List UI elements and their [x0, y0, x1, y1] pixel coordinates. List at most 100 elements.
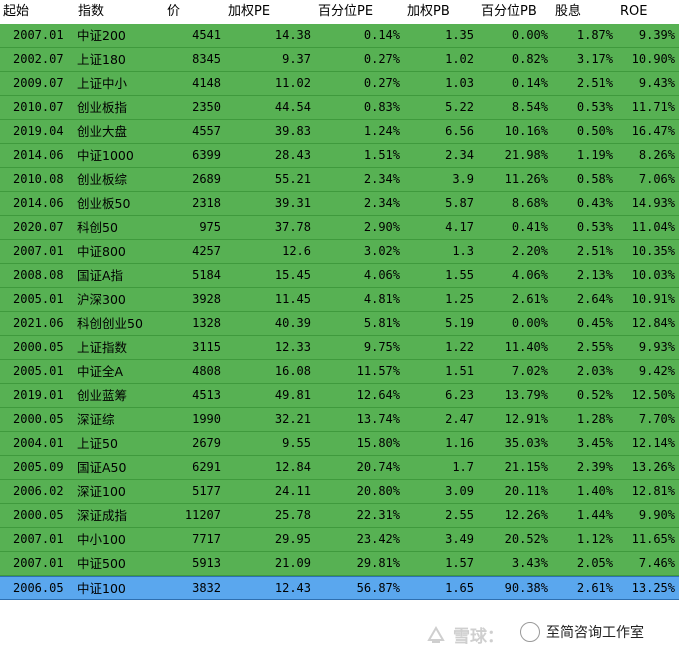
cell-col-start[interactable]: 2019.01: [0, 384, 75, 407]
cell-col-pb[interactable]: 5.19: [404, 312, 478, 335]
cell-col-pe[interactable]: 32.21: [225, 408, 315, 431]
cell-col-roe[interactable]: 12.14%: [617, 432, 679, 455]
cell-col-index[interactable]: 中证1000: [75, 144, 164, 167]
table-row[interactable]: 2019.04 创业大盘 4557 39.83 1.24% 6.56 10.16% 0.50%…: [0, 120, 679, 144]
cell-col-index[interactable]: 中证全A: [75, 360, 164, 383]
cell-col-dividend[interactable]: 0.58%: [552, 168, 617, 191]
cell-col-roe[interactable]: 12.84%: [617, 312, 679, 335]
cell-col-price[interactable]: 4257: [164, 240, 225, 263]
cell-col-start[interactable]: 2004.01: [0, 432, 75, 455]
cell-col-pe[interactable]: 12.6: [225, 240, 315, 263]
cell-col-pe[interactable]: 40.39: [225, 312, 315, 335]
cell-col-pb-pct[interactable]: 12.91%: [478, 408, 552, 431]
cell-col-start[interactable]: 2014.06: [0, 192, 75, 215]
table-row[interactable]: 2006.02 深证100 5177 24.11 20.80% 3.09 20.11% 1.4…: [0, 480, 679, 504]
cell-col-roe[interactable]: 16.47%: [617, 120, 679, 143]
cell-col-pb[interactable]: 5.22: [404, 96, 478, 119]
cell-col-pe[interactable]: 29.95: [225, 528, 315, 551]
cell-col-dividend[interactable]: 0.50%: [552, 120, 617, 143]
cell-col-price[interactable]: 5177: [164, 480, 225, 503]
cell-col-dividend[interactable]: 2.13%: [552, 264, 617, 287]
cell-col-pe[interactable]: 28.43: [225, 144, 315, 167]
cell-col-pe[interactable]: 44.54: [225, 96, 315, 119]
cell-col-start[interactable]: 2000.05: [0, 336, 75, 359]
table-row[interactable]: 2000.05 深证综 1990 32.21 13.74% 2.47 12.91% 1.28%…: [0, 408, 679, 432]
cell-col-start[interactable]: 2019.04: [0, 120, 75, 143]
cell-col-pe-pct[interactable]: 2.90%: [315, 216, 404, 239]
header-col-pb[interactable]: 加权PB: [404, 0, 478, 24]
cell-col-price[interactable]: 11207: [164, 504, 225, 527]
cell-col-pe[interactable]: 49.81: [225, 384, 315, 407]
cell-col-price[interactable]: 2350: [164, 96, 225, 119]
cell-col-roe[interactable]: 8.26%: [617, 144, 679, 167]
cell-col-index[interactable]: 上证指数: [75, 336, 164, 359]
cell-col-dividend[interactable]: 0.53%: [552, 216, 617, 239]
cell-col-start[interactable]: 2007.01: [0, 528, 75, 551]
cell-col-pe-pct[interactable]: 3.02%: [315, 240, 404, 263]
table-row[interactable]: 2010.08 创业板综 2689 55.21 2.34% 3.9 11.26% 0.58% 7…: [0, 168, 679, 192]
cell-col-index[interactable]: 中小100: [75, 528, 164, 551]
cell-col-start[interactable]: 2005.01: [0, 360, 75, 383]
table-row[interactable]: 2002.07 上证180 8345 9.37 0.27% 1.02 0.82% 3.17% 1…: [0, 48, 679, 72]
table-row[interactable]: 2008.08 国证A指 5184 15.45 4.06% 1.55 4.06% 2.13% 1…: [0, 264, 679, 288]
cell-col-pe-pct[interactable]: 0.83%: [315, 96, 404, 119]
cell-col-pe-pct[interactable]: 4.06%: [315, 264, 404, 287]
cell-col-dividend[interactable]: 1.44%: [552, 504, 617, 527]
cell-col-pe[interactable]: 39.83: [225, 120, 315, 143]
cell-col-pe-pct[interactable]: 29.81%: [315, 552, 404, 575]
header-col-pb-pct[interactable]: 百分位PB: [478, 0, 552, 24]
cell-col-index[interactable]: 中证100: [75, 577, 164, 599]
cell-col-roe[interactable]: 14.93%: [617, 192, 679, 215]
cell-col-index[interactable]: 创业板50: [75, 192, 164, 215]
header-col-index[interactable]: 指数: [75, 0, 164, 24]
cell-col-index[interactable]: 深证100: [75, 480, 164, 503]
cell-col-pb-pct[interactable]: 11.26%: [478, 168, 552, 191]
table-row[interactable]: 2014.06 中证1000 6399 28.43 1.51% 2.34 21.98% 1.1…: [0, 144, 679, 168]
cell-col-pb-pct[interactable]: 11.40%: [478, 336, 552, 359]
cell-col-price[interactable]: 4808: [164, 360, 225, 383]
cell-col-pb[interactable]: 1.35: [404, 24, 478, 47]
cell-col-roe[interactable]: 11.04%: [617, 216, 679, 239]
cell-col-pb[interactable]: 1.55: [404, 264, 478, 287]
cell-col-index[interactable]: 沪深300: [75, 288, 164, 311]
cell-col-pb[interactable]: 2.47: [404, 408, 478, 431]
cell-col-start[interactable]: 2007.01: [0, 24, 75, 47]
table-row[interactable]: 2014.06 创业板50 2318 39.31 2.34% 5.87 8.68% 0.43%…: [0, 192, 679, 216]
cell-col-roe[interactable]: 13.26%: [617, 456, 679, 479]
cell-col-roe[interactable]: 11.71%: [617, 96, 679, 119]
cell-col-pb-pct[interactable]: 90.38%: [478, 577, 552, 599]
cell-col-pb-pct[interactable]: 2.20%: [478, 240, 552, 263]
cell-col-pb[interactable]: 1.57: [404, 552, 478, 575]
cell-col-pb[interactable]: 6.23: [404, 384, 478, 407]
cell-col-pb-pct[interactable]: 21.15%: [478, 456, 552, 479]
cell-col-pe-pct[interactable]: 23.42%: [315, 528, 404, 551]
cell-col-dividend[interactable]: 2.51%: [552, 240, 617, 263]
header-col-dividend[interactable]: 股息: [552, 0, 617, 24]
cell-col-index[interactable]: 国证A指: [75, 264, 164, 287]
cell-col-pe[interactable]: 25.78: [225, 504, 315, 527]
cell-col-dividend[interactable]: 0.53%: [552, 96, 617, 119]
cell-col-start[interactable]: 2010.07: [0, 96, 75, 119]
cell-col-price[interactable]: 975: [164, 216, 225, 239]
cell-col-pb[interactable]: 6.56: [404, 120, 478, 143]
cell-col-price[interactable]: 3115: [164, 336, 225, 359]
cell-col-dividend[interactable]: 0.52%: [552, 384, 617, 407]
cell-col-pe[interactable]: 11.02: [225, 72, 315, 95]
cell-col-start[interactable]: 2020.07: [0, 216, 75, 239]
cell-col-pe-pct[interactable]: 9.75%: [315, 336, 404, 359]
cell-col-roe[interactable]: 10.90%: [617, 48, 679, 71]
cell-col-dividend[interactable]: 2.39%: [552, 456, 617, 479]
cell-col-pb[interactable]: 1.02: [404, 48, 478, 71]
cell-col-pe[interactable]: 9.55: [225, 432, 315, 455]
cell-col-index[interactable]: 创业板指: [75, 96, 164, 119]
table-row[interactable]: 2007.01 中小100 7717 29.95 23.42% 3.49 20.52% 1.1…: [0, 528, 679, 552]
cell-col-roe[interactable]: 9.43%: [617, 72, 679, 95]
cell-col-pb-pct[interactable]: 20.52%: [478, 528, 552, 551]
cell-col-pb-pct[interactable]: 0.82%: [478, 48, 552, 71]
cell-col-pb-pct[interactable]: 10.16%: [478, 120, 552, 143]
cell-col-index[interactable]: 科创50: [75, 216, 164, 239]
cell-col-pb-pct[interactable]: 8.54%: [478, 96, 552, 119]
cell-col-pe-pct[interactable]: 2.34%: [315, 168, 404, 191]
table-row[interactable]: 2004.01 上证50 2679 9.55 15.80% 1.16 35.03% 3.45%…: [0, 432, 679, 456]
cell-col-price[interactable]: 2679: [164, 432, 225, 455]
